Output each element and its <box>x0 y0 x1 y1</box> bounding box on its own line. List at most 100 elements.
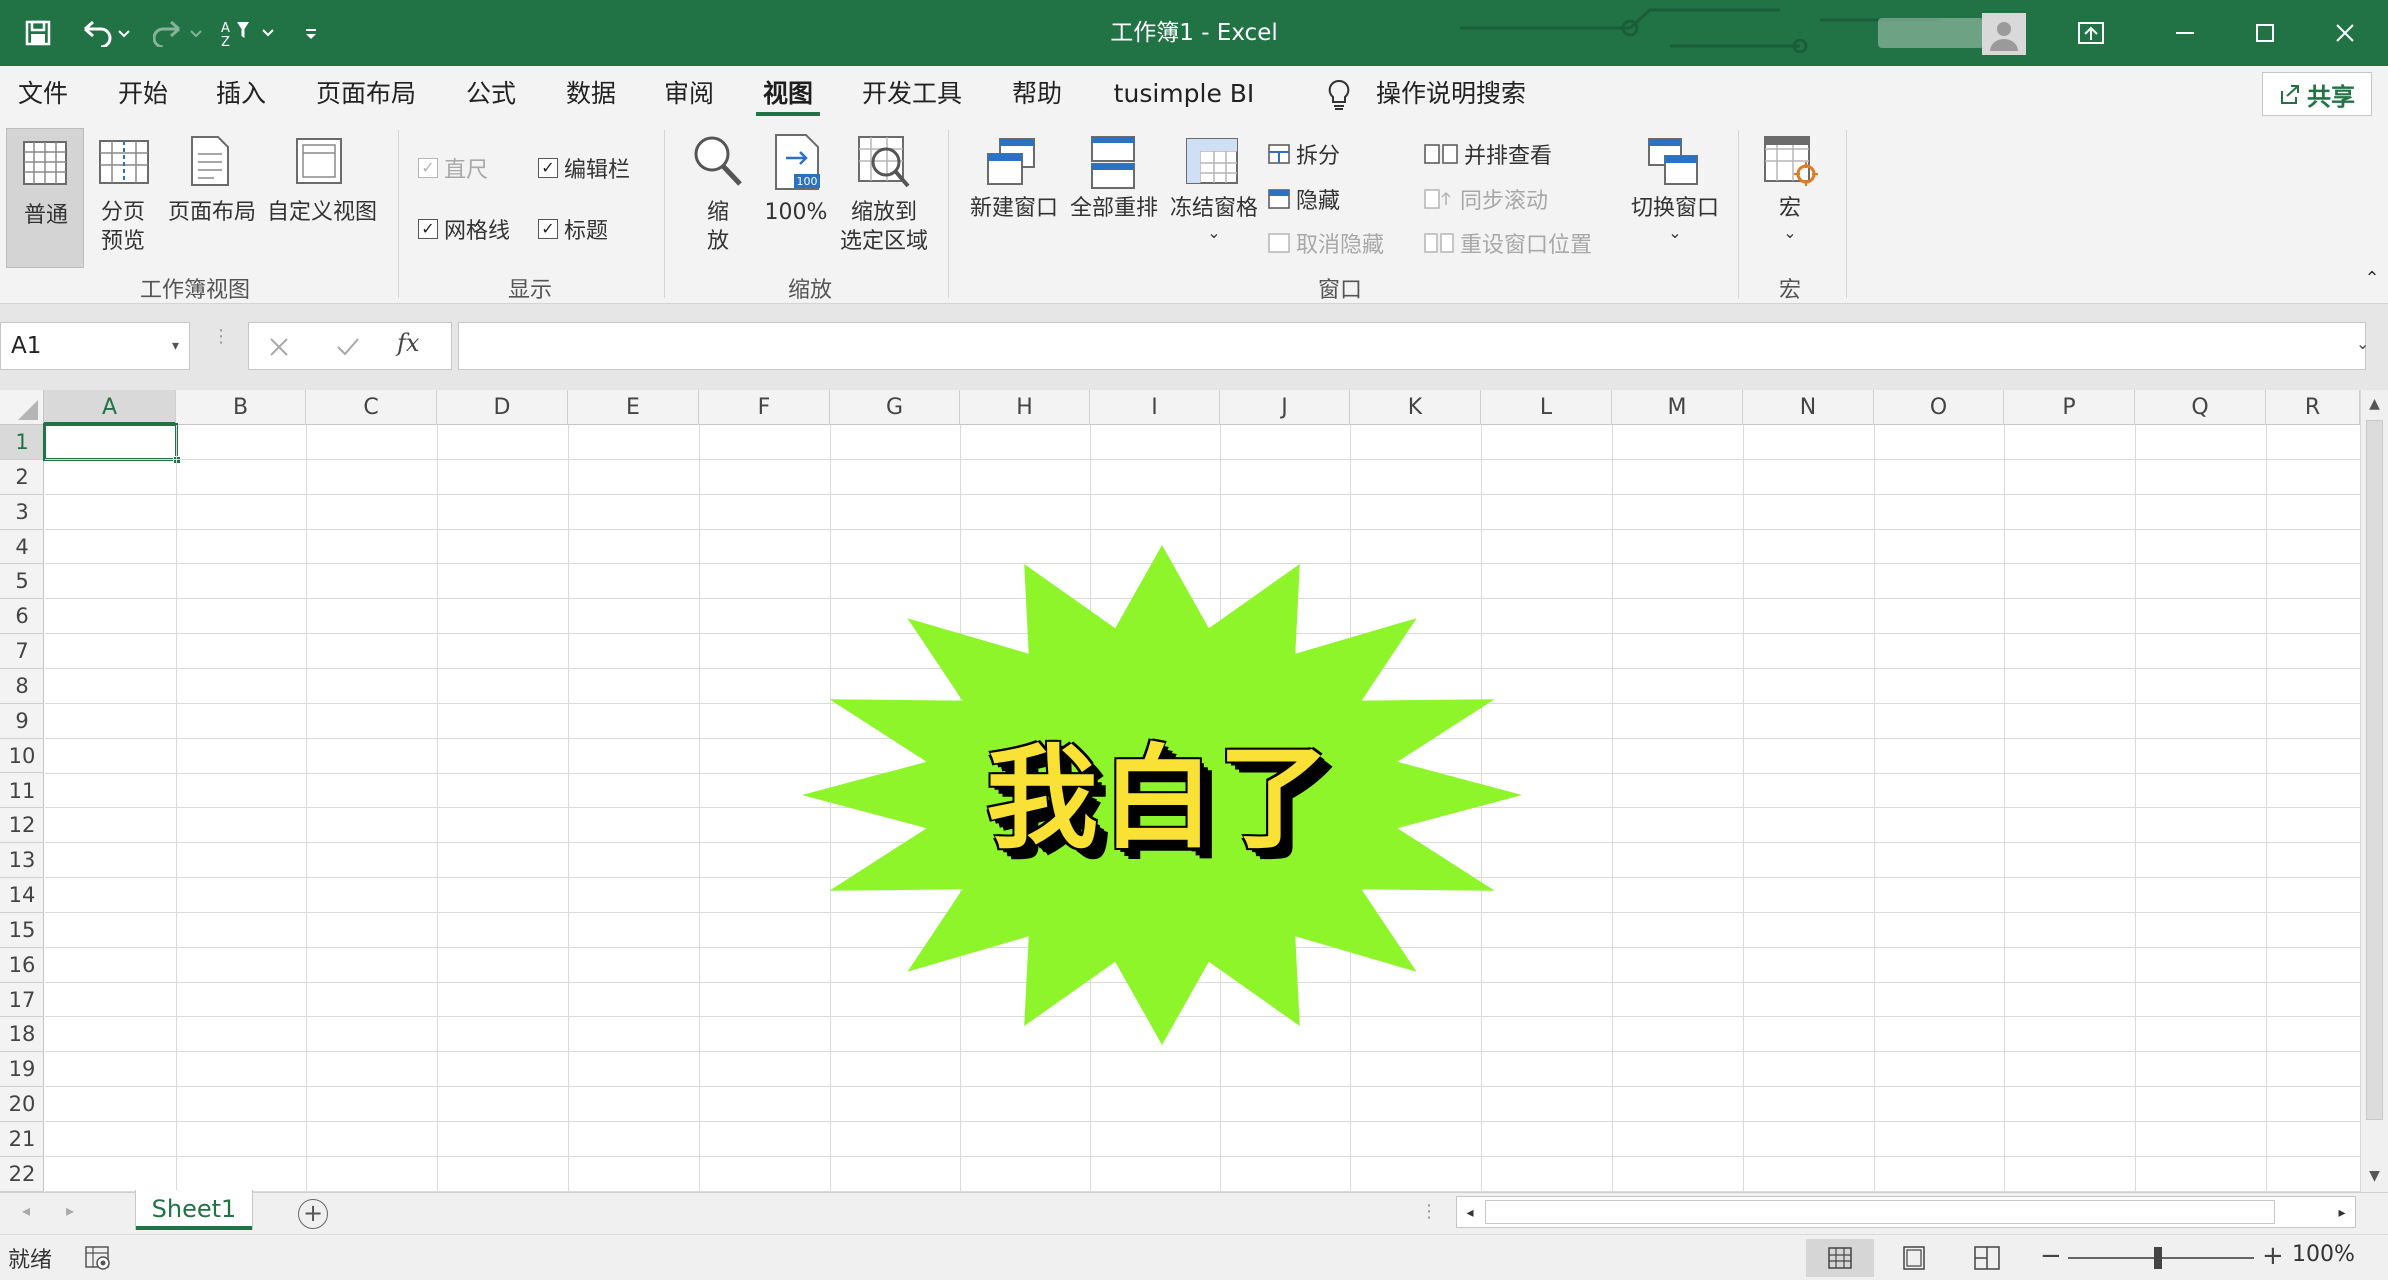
column-header-e[interactable]: E <box>568 390 699 425</box>
fill-handle[interactable] <box>173 455 181 464</box>
share-button[interactable]: 共享 <box>2262 72 2372 116</box>
normal-view-button[interactable]: 普通 <box>6 128 84 268</box>
page-break-preview-button[interactable]: 分页 预览 <box>88 198 158 256</box>
scroll-left-icon[interactable]: ◂ <box>1456 1197 1484 1229</box>
view-side-by-side-button[interactable]: 并排查看 <box>1424 138 1552 170</box>
row-header-18[interactable]: 18 <box>0 1017 44 1053</box>
selected-cell[interactable] <box>43 423 178 461</box>
tell-me-search[interactable]: 操作说明搜索 <box>1376 66 1536 122</box>
headings-checkbox[interactable]: ✓ 标题 <box>538 213 608 245</box>
column-header-d[interactable]: D <box>437 390 568 425</box>
synchronous-scrolling-button[interactable]: 同步滚动 <box>1424 183 1548 215</box>
tab-home[interactable]: 开始 <box>108 66 178 122</box>
ruler-checkbox[interactable]: ✓ 直尺 <box>418 152 488 184</box>
column-header-i[interactable]: I <box>1090 390 1220 425</box>
zoom-in-button[interactable]: + <box>2262 1241 2284 1271</box>
custom-views-button[interactable]: 自定义视图 <box>262 198 382 227</box>
normal-view-status-button[interactable] <box>1806 1239 1874 1277</box>
tab-developer[interactable]: 开发工具 <box>856 66 968 122</box>
row-header-12[interactable]: 12 <box>0 808 44 844</box>
tab-formulas[interactable]: 公式 <box>456 66 526 122</box>
ribbon-display-options-icon[interactable] <box>2066 10 2116 56</box>
column-header-r[interactable]: R <box>2266 390 2360 425</box>
collapse-ribbon-icon[interactable]: ⌃ <box>2360 268 2384 294</box>
row-header-2[interactable]: 2 <box>0 460 44 495</box>
sheet-tab-sheet1[interactable]: Sheet1 <box>136 1190 252 1230</box>
row-header-1[interactable]: 1 <box>0 425 44 460</box>
tab-help[interactable]: 帮助 <box>1002 66 1072 122</box>
row-header-22[interactable]: 22 <box>0 1157 44 1192</box>
next-sheet-icon[interactable]: ▸ <box>66 1201 74 1220</box>
column-header-l[interactable]: L <box>1481 390 1612 425</box>
column-header-a[interactable]: A <box>44 390 176 425</box>
column-header-c[interactable]: C <box>306 390 437 425</box>
gridlines-checkbox[interactable]: ✓ 网格线 <box>418 213 510 245</box>
unhide-button[interactable]: 取消隐藏 <box>1268 227 1384 259</box>
switch-windows-button[interactable]: 切换窗口 ⌄ <box>1620 194 1730 243</box>
column-header-q[interactable]: Q <box>2135 390 2266 425</box>
select-all-corner[interactable] <box>0 390 44 425</box>
new-window-button[interactable]: 新建窗口 <box>962 194 1066 223</box>
formula-input[interactable] <box>458 322 2366 370</box>
account-name-blurred[interactable] <box>1878 18 1984 48</box>
vertical-scroll-thumb[interactable] <box>2366 420 2383 1120</box>
maximize-icon[interactable] <box>2240 10 2290 56</box>
row-header-17[interactable]: 17 <box>0 983 44 1018</box>
row-header-3[interactable]: 3 <box>0 495 44 530</box>
zoom-100-button[interactable]: 100% <box>756 198 836 227</box>
lightbulb-icon[interactable] <box>1326 78 1352 112</box>
expand-formula-bar-icon[interactable]: ⌄ <box>2356 334 2369 353</box>
column-header-f[interactable]: F <box>699 390 830 425</box>
row-header-8[interactable]: 8 <box>0 669 44 704</box>
cancel-entry-icon[interactable] <box>267 335 291 359</box>
tab-tusimple-bi[interactable]: tusimple BI <box>1104 66 1264 122</box>
formula-bar-checkbox[interactable]: ✓ 编辑栏 <box>538 152 630 184</box>
column-header-o[interactable]: O <box>1874 390 2004 425</box>
row-header-7[interactable]: 7 <box>0 634 44 669</box>
row-header-5[interactable]: 5 <box>0 564 44 600</box>
row-header-6[interactable]: 6 <box>0 599 44 635</box>
zoom-to-selection-button[interactable]: 缩放到 选定区域 <box>834 198 934 256</box>
zoom-button[interactable]: 缩 放 <box>686 198 750 256</box>
freeze-panes-button[interactable]: 冻结窗格 ⌄ <box>1164 194 1264 243</box>
column-header-n[interactable]: N <box>1743 390 1874 425</box>
page-break-view-icon[interactable] <box>1974 1246 2000 1270</box>
zoom-slider-thumb[interactable] <box>2154 1247 2162 1269</box>
horizontal-scroll-thumb[interactable] <box>1485 1200 2275 1224</box>
column-header-m[interactable]: M <box>1612 390 1743 425</box>
split-button[interactable]: 拆分 <box>1268 138 1340 170</box>
arrange-all-button[interactable]: 全部重排 <box>1064 194 1164 223</box>
formula-bar-resize-handle[interactable]: ⋮ <box>212 328 230 360</box>
column-header-p[interactable]: P <box>2004 390 2135 425</box>
column-header-h[interactable]: H <box>960 390 1090 425</box>
row-header-21[interactable]: 21 <box>0 1122 44 1157</box>
prev-sheet-icon[interactable]: ◂ <box>22 1201 30 1220</box>
column-header-b[interactable]: B <box>176 390 306 425</box>
column-header-j[interactable]: J <box>1220 390 1350 425</box>
zoom-percentage[interactable]: 100% <box>2292 1242 2355 1267</box>
tab-insert[interactable]: 插入 <box>206 66 276 122</box>
macros-button[interactable]: 宏 ⌄ <box>1752 194 1828 243</box>
confirm-entry-icon[interactable] <box>335 335 361 359</box>
add-sheet-button[interactable]: + <box>298 1199 328 1229</box>
scroll-right-icon[interactable]: ▸ <box>2328 1197 2356 1229</box>
reset-window-position-button[interactable]: 重设窗口位置 <box>1424 227 1592 259</box>
column-header-k[interactable]: K <box>1350 390 1481 425</box>
name-box-dropdown-icon[interactable]: ▾ <box>172 323 179 369</box>
page-layout-button[interactable]: 页面布局 <box>162 198 262 227</box>
avatar[interactable] <box>1982 13 2026 55</box>
hide-button[interactable]: 隐藏 <box>1268 183 1340 215</box>
zoom-out-button[interactable]: − <box>2040 1241 2062 1271</box>
scroll-down-icon[interactable]: ▼ <box>2361 1162 2388 1190</box>
row-header-19[interactable]: 19 <box>0 1052 44 1088</box>
row-header-10[interactable]: 10 <box>0 739 44 774</box>
row-header-16[interactable]: 16 <box>0 948 44 983</box>
tab-splitter-handle[interactable]: ⋮ <box>1420 1201 1438 1222</box>
tab-page-layout[interactable]: 页面布局 <box>310 66 422 122</box>
name-box[interactable]: A1 ▾ <box>0 322 190 370</box>
row-header-13[interactable]: 13 <box>0 843 44 879</box>
close-icon[interactable] <box>2320 10 2370 56</box>
row-header-20[interactable]: 20 <box>0 1087 44 1122</box>
macro-record-icon[interactable] <box>84 1245 112 1271</box>
tab-review[interactable]: 审阅 <box>654 66 724 122</box>
